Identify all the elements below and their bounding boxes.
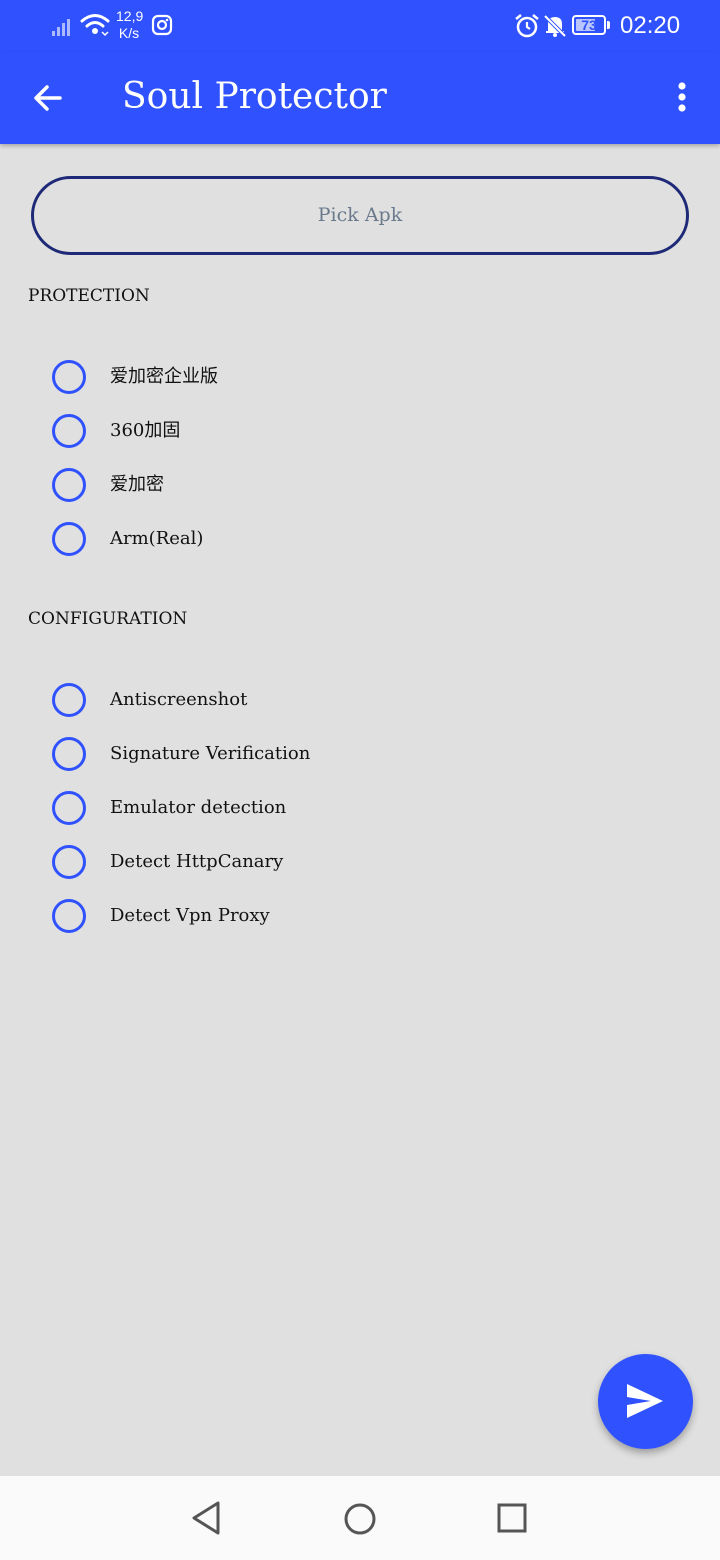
more-options-icon[interactable] <box>668 78 696 118</box>
protection-section-title: PROTECTION <box>28 286 150 306</box>
system-nav-bar <box>0 1476 720 1560</box>
option-label: 360加固 <box>110 420 181 441</box>
wifi-icon <box>80 14 110 37</box>
status-bar: 12,9 K/s 73 02:20 <box>0 0 720 52</box>
radio-button[interactable] <box>52 522 86 556</box>
config-option-detect-httpcanary[interactable]: Detect HttpCanary <box>52 845 652 881</box>
instagram-icon <box>151 14 173 36</box>
network-speed-value: 12,9 <box>116 8 144 24</box>
battery-level: 73 <box>581 17 597 33</box>
page-title: Soul Protector <box>122 76 387 117</box>
config-option-emulator-detection[interactable]: Emulator detection <box>52 791 652 827</box>
protection-option-ijiami[interactable]: 爱加密 <box>52 468 652 504</box>
option-label: Detect Vpn Proxy <box>110 905 270 926</box>
option-label: Arm(Real) <box>110 528 204 549</box>
option-label: 爱加密企业版 <box>110 366 218 387</box>
config-option-antiscreenshot[interactable]: Antiscreenshot <box>52 683 652 719</box>
nav-home-icon[interactable] <box>343 1502 377 1536</box>
configuration-section-title: CONFIGURATION <box>28 609 188 629</box>
app-bar: Soul Protector <box>0 52 720 144</box>
battery-cap <box>607 21 610 29</box>
send-fab-button[interactable] <box>598 1354 693 1449</box>
option-label: Detect HttpCanary <box>110 851 284 872</box>
option-label: Signature Verification <box>110 743 311 764</box>
config-option-detect-vpn-proxy[interactable]: Detect Vpn Proxy <box>52 899 652 935</box>
radio-button[interactable] <box>52 360 86 394</box>
alarm-icon <box>515 14 539 38</box>
radio-button[interactable] <box>52 414 86 448</box>
radio-button[interactable] <box>52 468 86 502</box>
radio-button[interactable] <box>52 899 86 933</box>
back-arrow-icon[interactable] <box>28 78 68 118</box>
protection-option-360[interactable]: 360加固 <box>52 414 652 450</box>
nav-back-icon[interactable] <box>190 1500 222 1536</box>
radio-button[interactable] <box>52 737 86 771</box>
send-icon <box>627 1384 663 1418</box>
clock: 02:20 <box>620 12 681 39</box>
pick-apk-button[interactable]: Pick Apk <box>31 176 689 255</box>
option-label: 爱加密 <box>110 474 164 495</box>
battery-icon: 73 <box>572 15 606 35</box>
radio-button[interactable] <box>52 683 86 717</box>
network-speed: 12,9 K/s <box>116 8 144 42</box>
signal-icon <box>52 19 70 36</box>
network-speed-unit: K/s <box>118 25 140 41</box>
protection-option-arm-real[interactable]: Arm(Real) <box>52 522 652 558</box>
option-label: Antiscreenshot <box>110 689 248 710</box>
radio-button[interactable] <box>52 791 86 825</box>
protection-option-ijiami-enterprise[interactable]: 爱加密企业版 <box>52 360 652 396</box>
notifications-off-icon <box>543 14 567 38</box>
radio-button[interactable] <box>52 845 86 879</box>
config-option-signature-verification[interactable]: Signature Verification <box>52 737 652 773</box>
option-label: Emulator detection <box>110 797 287 818</box>
nav-recents-icon[interactable] <box>496 1502 528 1534</box>
